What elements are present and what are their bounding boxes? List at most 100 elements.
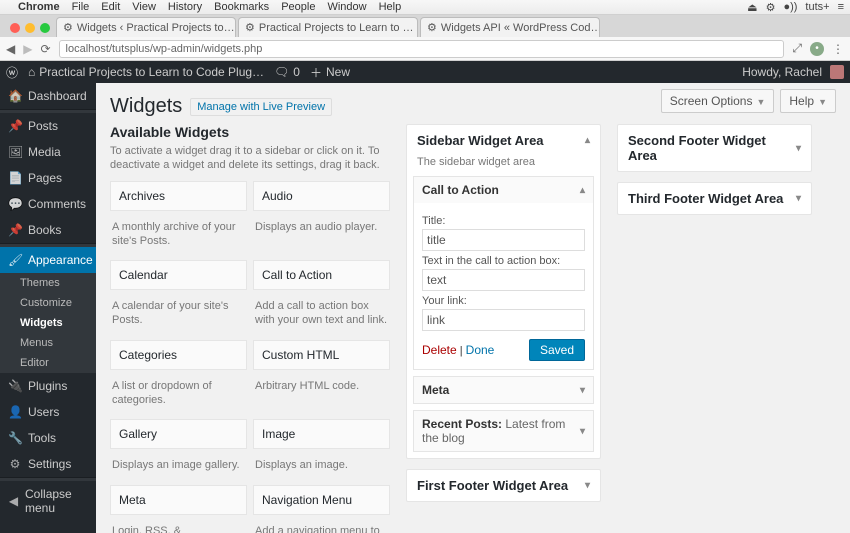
browser-toolbar: ◀ ▶ ⟳ ⤢ • ⋮ xyxy=(0,37,850,61)
volume-icon[interactable]: ●)) xyxy=(783,1,797,14)
submenu-menus[interactable]: Menus xyxy=(0,333,96,353)
sidebar-item-comments[interactable]: 💬Comments xyxy=(0,191,96,217)
widget-desc: A monthly archive of your site's Posts. xyxy=(110,217,247,255)
chevron-down-icon: ▾ xyxy=(796,193,801,204)
widget-chip-gallery[interactable]: Gallery xyxy=(110,419,247,449)
manage-live-preview-button[interactable]: Manage with Live Preview xyxy=(190,98,332,116)
menu-bookmarks[interactable]: Bookmarks xyxy=(214,1,269,13)
widget-recent-posts-collapsed[interactable]: Recent Posts: Latest from the blog ▾ xyxy=(413,410,594,452)
browser-tab-3[interactable]: ⚙ Widgets API « WordPress Cod… × xyxy=(420,17,600,37)
panel-title: Sidebar Widget Area xyxy=(417,133,544,148)
profile-icon[interactable]: • xyxy=(810,42,824,56)
account-name[interactable]: tuts+ xyxy=(805,1,829,14)
menu-file[interactable]: File xyxy=(72,1,90,13)
browser-tab-1[interactable]: ⚙ Widgets ‹ Practical Projects to… × xyxy=(56,17,236,37)
menu-icon[interactable]: ⋮ xyxy=(832,42,844,56)
menu-view[interactable]: View xyxy=(132,1,156,13)
widget-chip-html[interactable]: Custom HTML xyxy=(253,340,390,370)
cta-text-input[interactable] xyxy=(422,269,585,291)
submenu-themes[interactable]: Themes xyxy=(0,273,96,293)
available-widgets-heading: Available Widgets xyxy=(110,124,390,140)
area-third-footer-header[interactable]: Third Footer Widget Area ▾ xyxy=(618,183,811,214)
menu-people[interactable]: People xyxy=(281,1,315,13)
sidebar-item-appearance[interactable]: 🖌Appearance xyxy=(0,247,96,273)
widget-chip-nav[interactable]: Navigation Menu xyxy=(253,485,390,515)
submenu-customize[interactable]: Customize xyxy=(0,293,96,313)
wp-howdy[interactable]: Howdy, Rachel xyxy=(742,65,844,79)
sidebar-item-media[interactable]: 🖼Media xyxy=(0,139,96,165)
widget-done-link[interactable]: Done xyxy=(466,343,495,357)
help-button[interactable]: Help▼ xyxy=(780,89,836,113)
sidebar-item-users[interactable]: 👤Users xyxy=(0,399,96,425)
dashboard-icon: 🏠 xyxy=(8,89,22,103)
zoom-window-icon[interactable] xyxy=(40,23,50,33)
forward-icon[interactable]: ▶ xyxy=(23,42,32,56)
menu-window[interactable]: Window xyxy=(327,1,366,13)
sidebar-item-posts[interactable]: 📌 Posts xyxy=(0,113,96,139)
wp-logo-icon[interactable]: ⓦ xyxy=(6,64,18,81)
cta-link-input[interactable] xyxy=(422,309,585,331)
widget-chip-archives[interactable]: Archives xyxy=(110,181,247,211)
widget-saved-button[interactable]: Saved xyxy=(529,339,585,361)
cta-text-label: Text in the call to action box: xyxy=(422,255,585,267)
screen-options-button[interactable]: Screen Options▼ xyxy=(661,89,775,113)
widget-chip-categories[interactable]: Categories xyxy=(110,340,247,370)
widget-delete-link[interactable]: Delete xyxy=(422,343,457,357)
menu-history[interactable]: History xyxy=(168,1,202,13)
gear-icon[interactable]: ⚙ xyxy=(766,1,776,14)
widget-name: Call to Action xyxy=(422,183,499,197)
widget-chip-meta[interactable]: Meta xyxy=(110,485,247,515)
cta-link-label: Your link: xyxy=(422,295,585,307)
plug-icon: 🔌 xyxy=(8,379,22,393)
area-first-footer-header[interactable]: First Footer Widget Area ▾ xyxy=(407,470,600,501)
sidebar-item-label: Comments xyxy=(28,197,86,211)
eject-icon[interactable]: ⏏ xyxy=(747,1,757,14)
media-icon: 🖼 xyxy=(8,145,22,159)
widget-chip-audio[interactable]: Audio xyxy=(253,181,390,211)
sidebar-item-pages[interactable]: 📄Pages xyxy=(0,165,96,191)
sidebar-item-plugins[interactable]: 🔌Plugins xyxy=(0,373,96,399)
area-second-footer-header[interactable]: Second Footer Widget Area ▾ xyxy=(618,125,811,171)
sidebar-item-label: Posts xyxy=(28,119,58,133)
wp-site-link[interactable]: ⌂ Practical Projects to Learn to Code Pl… xyxy=(28,65,264,79)
sidebar-item-books[interactable]: 📌Books xyxy=(0,217,96,243)
browser-tab-2[interactable]: ⚙ Practical Projects to Learn to … × xyxy=(238,17,418,37)
chevron-up-icon: ▴ xyxy=(585,135,590,146)
close-window-icon[interactable] xyxy=(10,23,20,33)
widget-desc: Arbitrary HTML code. xyxy=(253,376,390,414)
sidebar-item-tools[interactable]: 🔧Tools xyxy=(0,425,96,451)
minimize-window-icon[interactable] xyxy=(25,23,35,33)
window-controls xyxy=(4,23,56,37)
pin-icon: 📌 xyxy=(8,119,22,133)
menu-edit[interactable]: Edit xyxy=(101,1,120,13)
app-name[interactable]: Chrome xyxy=(18,1,60,13)
sidebar-item-settings[interactable]: ⚙Settings xyxy=(0,451,96,477)
widget-chip-calendar[interactable]: Calendar xyxy=(110,260,247,290)
mac-menubar: Chrome File Edit View History Bookmarks … xyxy=(0,0,850,15)
area-sidebar-header[interactable]: Sidebar Widget Area ▴ xyxy=(407,125,600,156)
submenu-editor[interactable]: Editor xyxy=(0,353,96,373)
sidebar-collapse[interactable]: ◀Collapse menu xyxy=(0,481,96,521)
widget-cta-header[interactable]: Call to Action ▴ xyxy=(414,177,593,203)
reload-icon[interactable]: ⟳ xyxy=(40,42,50,56)
wp-new-link[interactable]: ＋ New xyxy=(310,64,350,81)
menubar-right: ⏏ ⚙ ●)) tuts+ ≡ xyxy=(747,1,844,14)
available-widgets-column: Available Widgets To activate a widget d… xyxy=(110,124,390,533)
back-icon[interactable]: ◀ xyxy=(6,42,15,56)
tab-label: Widgets ‹ Practical Projects to… xyxy=(77,22,235,34)
sidebar-item-dashboard[interactable]: 🏠Dashboard xyxy=(0,83,96,109)
fullscreen-icon[interactable]: ⤢ xyxy=(792,41,802,56)
submenu-widgets[interactable]: Widgets xyxy=(0,313,96,333)
available-widgets-desc: To activate a widget drag it to a sideba… xyxy=(110,144,380,173)
widget-chip-cta[interactable]: Call to Action xyxy=(253,260,390,290)
area-first-footer: First Footer Widget Area ▾ xyxy=(406,469,601,502)
widget-chip-image[interactable]: Image xyxy=(253,419,390,449)
wp-comments-link[interactable]: 🗨 0 xyxy=(274,65,300,79)
hamburger-icon[interactable]: ≡ xyxy=(838,1,844,14)
wp-favicon-icon: ⚙ xyxy=(427,22,437,34)
widget-meta-collapsed[interactable]: Meta ▾ xyxy=(413,376,594,404)
widget-desc: Displays an image gallery. xyxy=(110,455,247,478)
cta-title-input[interactable] xyxy=(422,229,585,251)
address-bar[interactable] xyxy=(59,40,785,58)
menu-help[interactable]: Help xyxy=(379,1,402,13)
